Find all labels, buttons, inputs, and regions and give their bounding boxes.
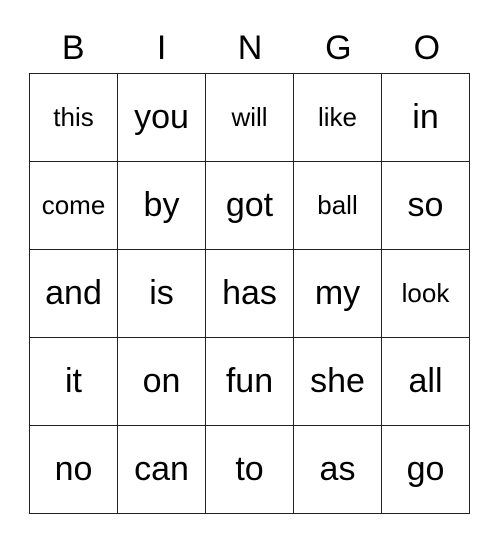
bingo-cell: so: [382, 162, 470, 250]
bingo-cell: on: [118, 338, 206, 426]
bingo-cell: got: [206, 162, 294, 250]
bingo-cell: and: [30, 250, 118, 338]
bingo-cell: it: [30, 338, 118, 426]
bingo-header: B I N G O: [29, 26, 471, 70]
bingo-cell: she: [294, 338, 382, 426]
bingo-cell: in: [382, 74, 470, 162]
bingo-cell: can: [118, 426, 206, 514]
bingo-grid: this you will like in come by got ball so and is has…: [29, 73, 470, 514]
bingo-cell: this: [30, 74, 118, 162]
bingo-cell: go: [382, 426, 470, 514]
header-letter-b: B: [61, 29, 85, 67]
bingo-cell: ball: [294, 162, 382, 250]
bingo-cell: has: [206, 250, 294, 338]
bingo-cell: by: [118, 162, 206, 250]
header-letter-o: O: [413, 29, 441, 67]
bingo-cell: fun: [206, 338, 294, 426]
bingo-cell: as: [294, 426, 382, 514]
header-letter-n: N: [237, 29, 263, 67]
bingo-cell: will: [206, 74, 294, 162]
bingo-cell: my: [294, 250, 382, 338]
bingo-cell: look: [382, 250, 470, 338]
bingo-cell: to: [206, 426, 294, 514]
bingo-cell: all: [382, 338, 470, 426]
bingo-cell: no: [30, 426, 118, 514]
bingo-cell: you: [118, 74, 206, 162]
bingo-cell: like: [294, 74, 382, 162]
bingo-cell: is: [118, 250, 206, 338]
header-letter-i: I: [156, 29, 167, 67]
bingo-cell: come: [30, 162, 118, 250]
header-letter-g: G: [325, 29, 352, 67]
